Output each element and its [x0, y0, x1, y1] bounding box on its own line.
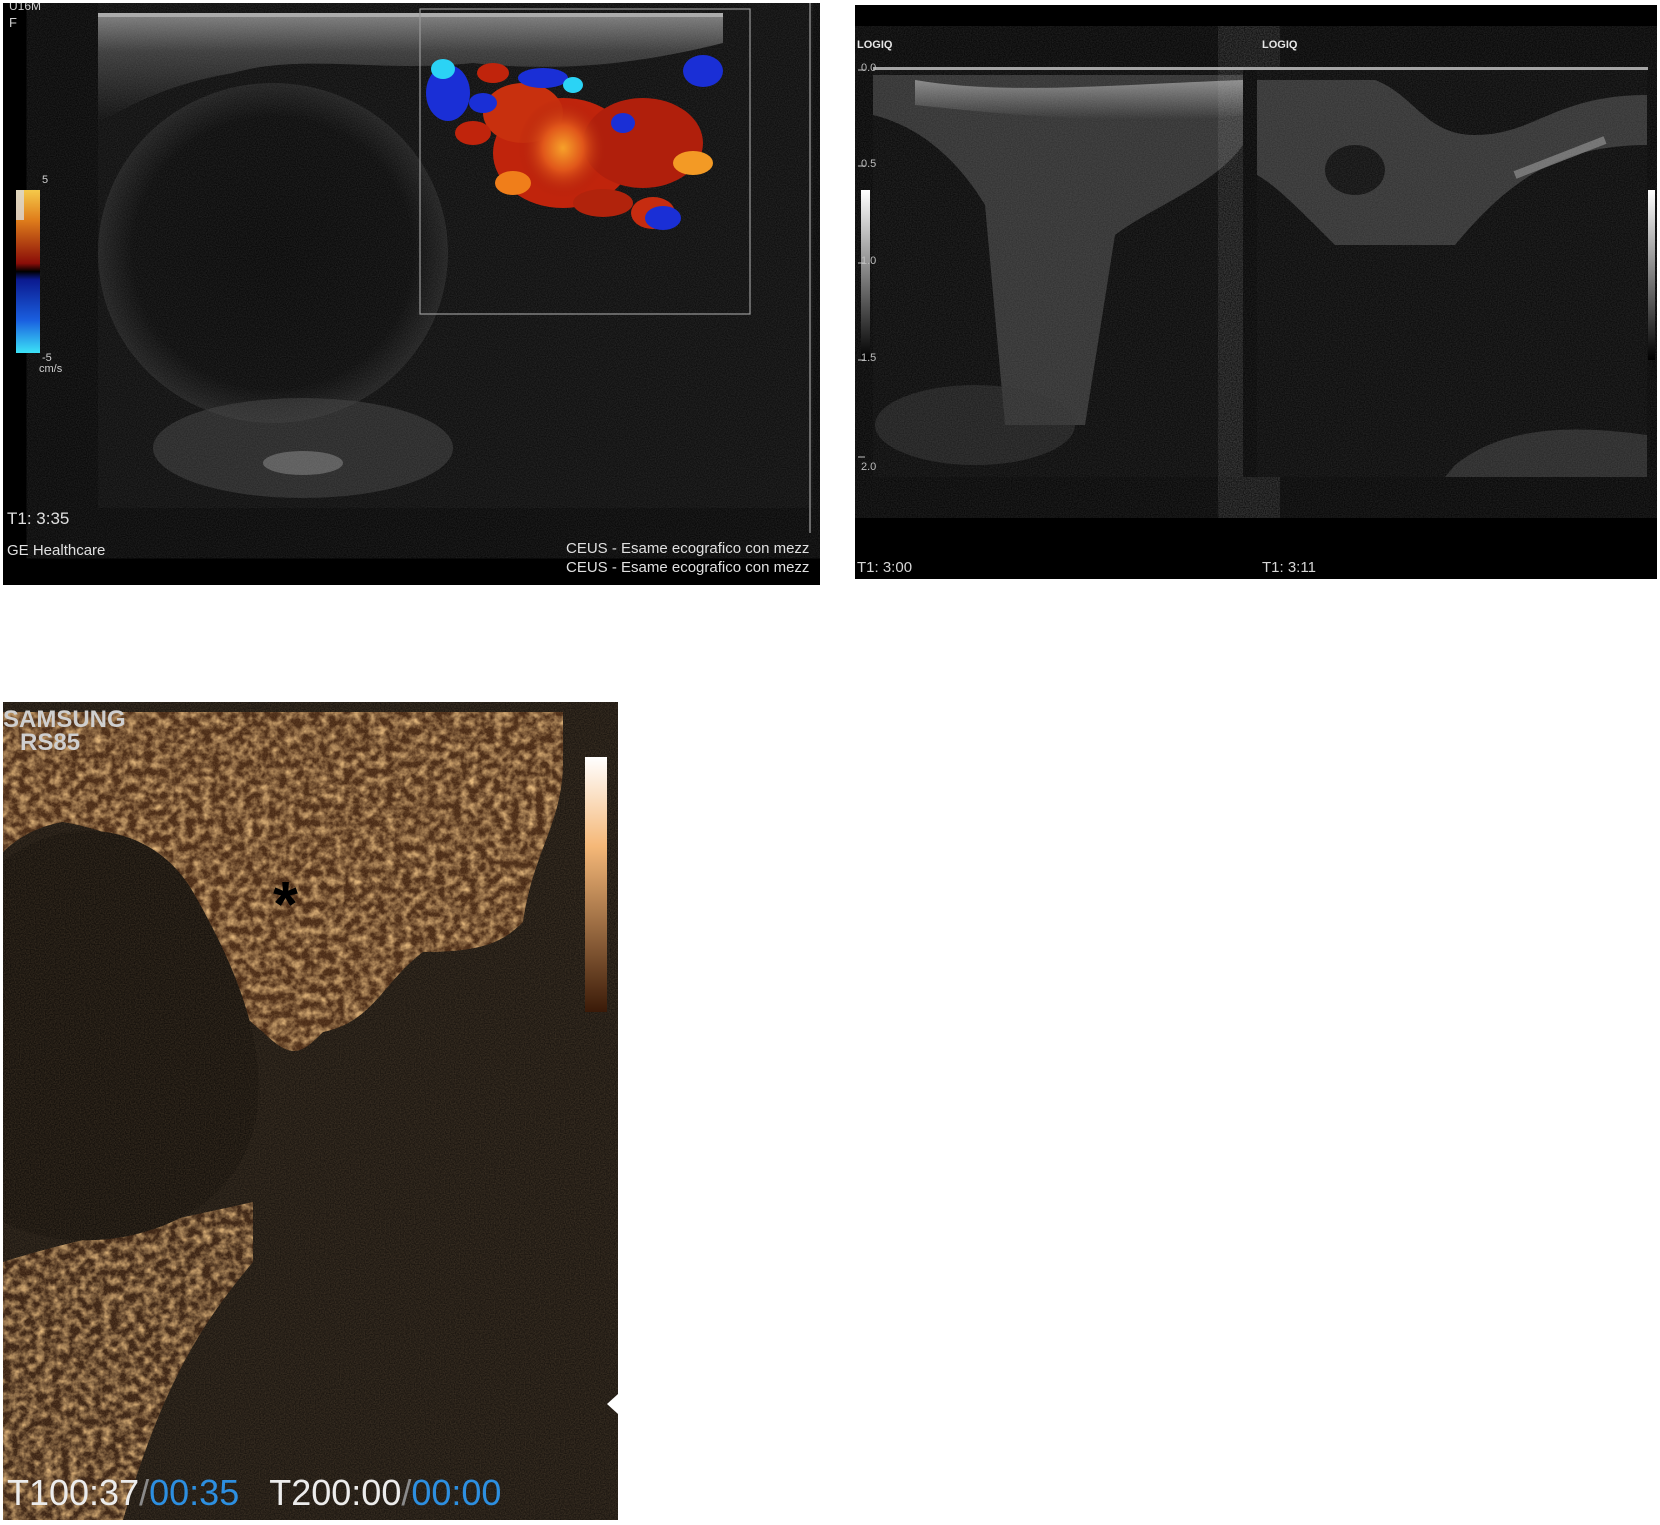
t2-time: 00:00 [311, 1472, 402, 1513]
t1-label: T1 [7, 1472, 50, 1513]
patient-sex: F [9, 15, 17, 30]
lesion-marker: * [273, 868, 298, 940]
logiq-logo-right: LOGIQ [1262, 39, 1298, 51]
doppler-ultrasound-panel: U16M F 5 -5 cm/s T1: 3:35 GE Healthcare … [3, 3, 820, 585]
left-timer: T1: 3:00 [857, 559, 913, 576]
t1-ref-time: 00:35 [149, 1472, 240, 1513]
caption-line-1: CEUS - Esame ecografico con mezz [566, 540, 810, 557]
t1-separator: / [139, 1472, 150, 1513]
depth-tick-1: 0.5 [861, 158, 877, 170]
depth-tick-4: 2.0 [861, 461, 877, 473]
timer-bar: T100:37/00:35 T200:00/00:00 [7, 1472, 501, 1514]
depth-tick-0: 0.0 [861, 62, 877, 74]
scale-max-label: 5 [42, 174, 49, 186]
t1-time: 00:37 [49, 1472, 140, 1513]
bmode-left-image [873, 67, 1243, 477]
bmode-dual-panel: LOGIQ LOGIQ 0.0 0.5 1.0 1.5 2.0 T1: 3:00… [855, 5, 1657, 579]
scale-unit-label: cm/s [39, 363, 63, 375]
depth-tick-3: 1.5 [861, 352, 877, 364]
model-label: RS85 [20, 729, 81, 756]
ceus-panel: SAMSUNG RS85 * T100:37/00:35 T200:00/00:… [3, 702, 618, 1520]
timer-label: T1: 3:35 [7, 509, 70, 528]
depth-tick-2: 1.0 [861, 255, 877, 267]
right-timer: T1: 3:11 [1262, 559, 1316, 576]
patient-tag: U16M [9, 3, 42, 13]
bmode-right-image [1257, 67, 1647, 477]
caption-line-2: CEUS - Esame ecografico con mezz [566, 559, 810, 576]
logiq-logo-left: LOGIQ [857, 39, 893, 51]
t2-ref-time: 00:00 [411, 1472, 502, 1513]
ceus-intensity-bar [585, 757, 607, 1012]
depth-grayscale-bar [861, 190, 870, 360]
ceus-image [3, 702, 618, 1520]
t2-separator: / [401, 1472, 412, 1513]
t2-label: T2 [269, 1472, 312, 1513]
doppler-image [16, 3, 813, 533]
vendor-label: GE Healthcare [7, 542, 106, 559]
bmode-image [858, 67, 1655, 477]
